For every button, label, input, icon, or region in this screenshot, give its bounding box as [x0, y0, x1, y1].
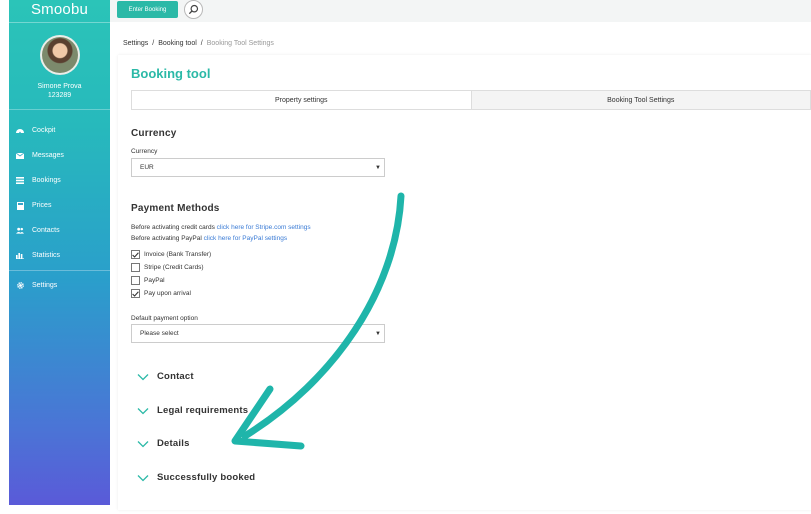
- accordion-legal-requirements[interactable]: Legal requirements: [137, 405, 248, 416]
- breadcrumb-separator: /: [152, 40, 155, 47]
- default-payment-label: Default payment option: [131, 315, 198, 322]
- settings-tabs: Property settings Booking Tool Settings: [131, 90, 811, 110]
- accordion-contact[interactable]: Contact: [137, 371, 194, 382]
- bar-chart-icon: [16, 252, 24, 259]
- content-panel: [118, 55, 811, 510]
- sidebar-item-label: Statistics: [32, 252, 61, 259]
- nav-divider: [9, 270, 110, 271]
- accordion-booked-label: Successfully booked: [157, 472, 256, 483]
- user-divider: [9, 109, 110, 110]
- pay-on-arrival-label: Pay upon arrival: [144, 290, 191, 297]
- payment-option-paypal[interactable]: PayPal: [131, 276, 165, 285]
- gear-icon: [16, 282, 24, 289]
- sidebar-item-prices[interactable]: Prices: [9, 193, 110, 218]
- logo-divider: [9, 22, 110, 23]
- avatar[interactable]: [39, 35, 80, 75]
- top-bar: Enter Booking: [110, 0, 811, 22]
- chevron-down-icon: [137, 373, 149, 380]
- tab-property-settings[interactable]: Property settings: [132, 91, 471, 109]
- breadcrumb-booking-tool[interactable]: Booking tool: [158, 40, 197, 47]
- currency-field-label: Currency: [131, 148, 158, 155]
- credit-card-info: Before activating credit cards click her…: [131, 224, 311, 231]
- paypal-checkbox[interactable]: [131, 276, 140, 285]
- payment-option-invoice[interactable]: Invoice (Bank Transfer): [131, 250, 211, 259]
- sidebar-item-contacts[interactable]: Contacts: [9, 218, 110, 243]
- sidebar-item-label: Bookings: [32, 177, 61, 184]
- chevron-down-icon: [137, 474, 149, 481]
- envelope-icon: [16, 152, 24, 159]
- caret-down-icon: ▼: [375, 165, 381, 171]
- credit-card-info-text: Before activating credit cards: [131, 224, 215, 231]
- sidebar-item-label: Contacts: [32, 227, 60, 234]
- sidebar-item-bookings[interactable]: Bookings: [9, 168, 110, 193]
- tab-booking-tool-settings[interactable]: Booking Tool Settings: [470, 91, 810, 109]
- sidebar-item-label: Messages: [32, 152, 64, 159]
- sidebar-item-cockpit[interactable]: Cockpit: [9, 118, 110, 143]
- check-icon: [132, 251, 139, 258]
- caret-down-icon: ▼: [375, 331, 381, 337]
- currency-select-value: EUR: [140, 164, 154, 171]
- list-icon: [16, 177, 24, 184]
- page-title: Booking tool: [131, 66, 211, 81]
- app-logo[interactable]: Smoobu: [9, 0, 110, 22]
- invoice-checkbox[interactable]: [131, 250, 140, 259]
- accordion-legal-label: Legal requirements: [157, 405, 249, 416]
- stripe-checkbox[interactable]: [131, 263, 140, 272]
- sidebar: Smoobu Simone Prova 123289 Cockpit Messa…: [9, 0, 110, 505]
- users-icon: [16, 227, 24, 234]
- search-button[interactable]: [184, 0, 203, 19]
- sidebar-item-label: Prices: [32, 202, 52, 209]
- user-id: 123289: [47, 92, 72, 99]
- stripe-label: Stripe (Credit Cards): [144, 264, 204, 271]
- paypal-info-text: Before activating PayPal: [131, 235, 202, 242]
- accordion-successfully-booked[interactable]: Successfully booked: [137, 472, 255, 483]
- payment-option-pay-on-arrival[interactable]: Pay upon arrival: [131, 289, 191, 298]
- check-icon: [132, 290, 139, 297]
- sidebar-item-label: Settings: [32, 282, 58, 289]
- stripe-settings-link[interactable]: click here for Stripe.com settings: [217, 224, 311, 231]
- sidebar-item-settings[interactable]: Settings: [9, 273, 110, 298]
- dashboard-icon: [16, 127, 24, 134]
- breadcrumb-current: Booking Tool Settings: [206, 40, 274, 47]
- pay-on-arrival-checkbox[interactable]: [131, 289, 140, 298]
- accordion-contact-label: Contact: [157, 371, 194, 382]
- sidebar-item-statistics[interactable]: Statistics: [9, 243, 110, 268]
- accordion-details-label: Details: [157, 438, 190, 449]
- invoice-label: Invoice (Bank Transfer): [144, 251, 212, 258]
- default-payment-value: Please select: [140, 330, 179, 337]
- chevron-down-icon: [137, 407, 149, 414]
- breadcrumb-separator: /: [200, 40, 203, 47]
- paypal-label: PayPal: [144, 277, 165, 284]
- payment-option-stripe[interactable]: Stripe (Credit Cards): [131, 263, 204, 272]
- calculator-icon: [16, 201, 24, 210]
- paypal-info: Before activating PayPal click here for …: [131, 235, 287, 242]
- sidebar-nav: Cockpit Messages Bookings Prices Contact…: [9, 118, 110, 298]
- enter-booking-button[interactable]: Enter Booking: [117, 1, 178, 18]
- default-payment-select[interactable]: Please select ▼: [131, 324, 385, 343]
- payment-section-title: Payment Methods: [131, 203, 220, 214]
- sidebar-item-messages[interactable]: Messages: [9, 143, 110, 168]
- chevron-down-icon: [137, 440, 149, 447]
- breadcrumb-settings[interactable]: Settings: [123, 40, 148, 47]
- sidebar-item-label: Cockpit: [32, 127, 56, 134]
- breadcrumb: Settings / Booking tool / Booking Tool Setti…: [123, 40, 274, 47]
- accordion-details[interactable]: Details: [137, 438, 190, 449]
- currency-select[interactable]: EUR ▼: [131, 158, 385, 177]
- user-name: Simone Prova: [37, 83, 82, 90]
- search-icon: [188, 4, 199, 15]
- paypal-settings-link[interactable]: click here for PayPal settings: [204, 235, 287, 242]
- currency-section-title: Currency: [131, 128, 177, 139]
